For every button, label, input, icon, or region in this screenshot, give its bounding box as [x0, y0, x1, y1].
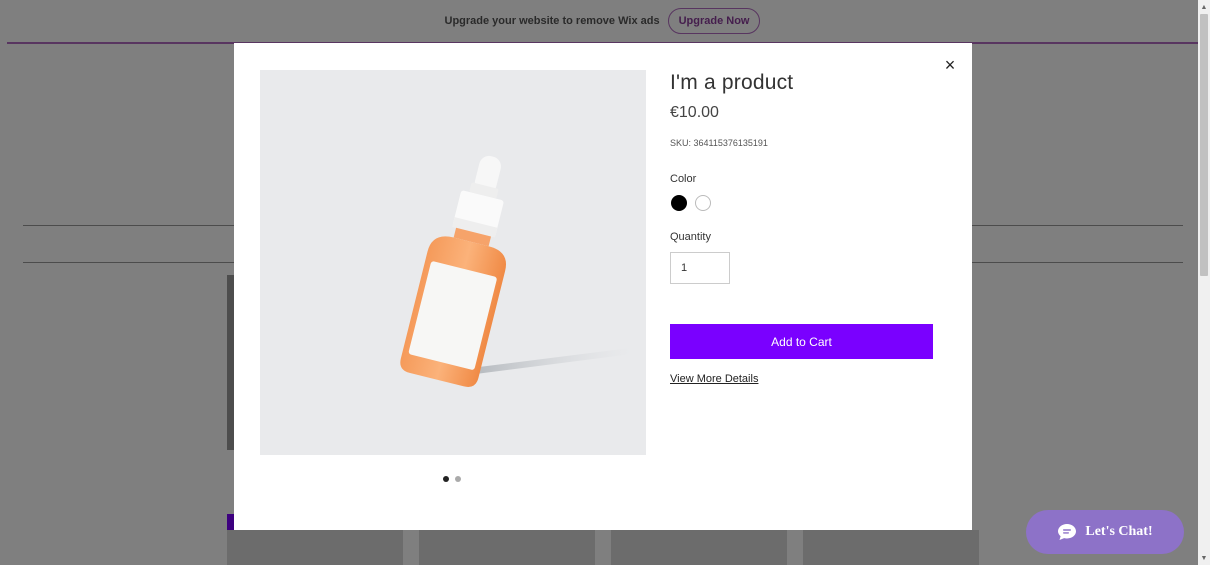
scroll-down-arrow-icon[interactable]: ▼ [1198, 553, 1210, 565]
quantity-label: Quantity [670, 231, 711, 243]
product-title: I'm a product [670, 71, 794, 94]
chat-bubble-icon [1057, 523, 1077, 541]
image-carousel-dots [443, 476, 461, 482]
carousel-dot-2[interactable] [455, 476, 461, 482]
quick-view-modal: × I'm a product €10.00 SKU: 364115376135… [234, 43, 972, 530]
product-image[interactable] [260, 70, 646, 455]
serum-bottle-icon [400, 155, 632, 387]
add-to-cart-button[interactable]: Add to Cart [670, 324, 933, 359]
carousel-dot-1[interactable] [443, 476, 449, 482]
chat-label: Let's Chat! [1085, 524, 1153, 539]
color-swatch-white[interactable] [695, 195, 711, 211]
product-price: €10.00 [670, 104, 719, 121]
lets-chat-button[interactable]: Let's Chat! [1026, 510, 1184, 554]
scroll-up-arrow-icon[interactable]: ▲ [1198, 2, 1210, 14]
view-more-details-link[interactable]: View More Details [670, 373, 758, 385]
scrollbar-thumb[interactable] [1200, 14, 1208, 276]
color-label: Color [670, 173, 697, 185]
color-swatch-black[interactable] [671, 195, 687, 211]
color-swatches [671, 195, 711, 211]
quantity-input[interactable] [670, 252, 730, 284]
product-sku: SKU: 364115376135191 [670, 138, 768, 148]
close-icon[interactable]: × [940, 55, 960, 75]
